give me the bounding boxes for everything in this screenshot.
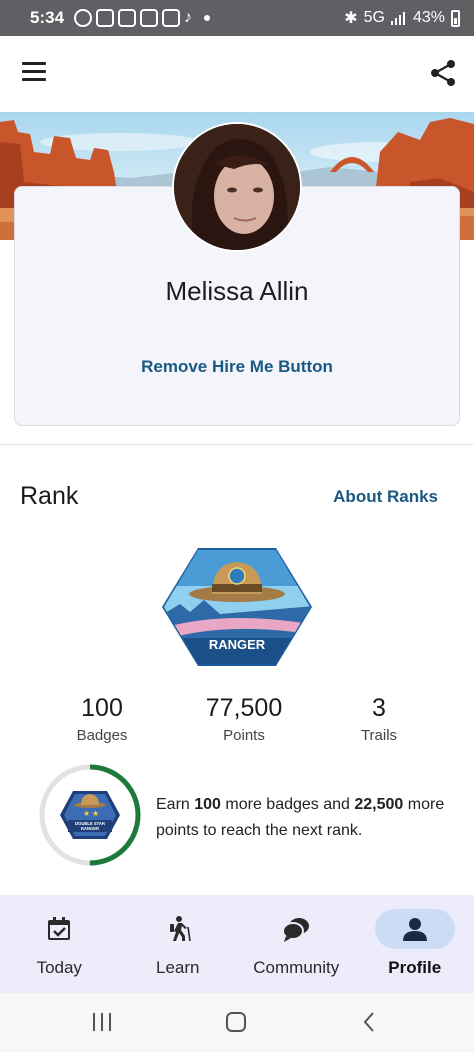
stat-label: Trails <box>360 727 398 744</box>
nav-community[interactable]: Community <box>237 895 356 993</box>
app-bar <box>0 36 474 112</box>
about-ranks-link[interactable]: About Ranks <box>333 487 438 507</box>
section-divider <box>0 444 474 445</box>
profile-photo <box>174 124 300 250</box>
back-icon[interactable] <box>358 1011 382 1033</box>
stat-badges: 100 Badges <box>32 694 172 744</box>
recent-apps-icon[interactable] <box>90 1011 114 1033</box>
ranger-badge-label: RANGER <box>209 637 266 652</box>
person-icon <box>402 918 427 941</box>
rank-heading: Rank <box>20 482 79 510</box>
app-notification-icon <box>162 9 181 27</box>
notification-icons: ♪ <box>74 9 211 27</box>
signal-icon <box>390 12 405 25</box>
status-time: 5:34 <box>30 8 65 27</box>
menu-icon[interactable] <box>22 62 46 82</box>
svg-text:★: ★ <box>92 809 99 818</box>
nav-label: Community <box>253 958 340 977</box>
bluetooth-icon: ✱ <box>344 10 358 27</box>
system-navigation-bar <box>0 993 474 1052</box>
stat-value: 100 <box>81 694 123 722</box>
stat-trails: 3 Trails <box>309 694 449 744</box>
stat-label: Badges <box>76 727 128 744</box>
ranger-rank-badge: RANGER <box>162 548 312 666</box>
next-rank-text-pre: Earn <box>156 796 195 813</box>
next-rank-message: Earn 100 more badges and 22,500 more poi… <box>156 792 456 844</box>
more-notifications-dot <box>204 15 211 21</box>
points-needed: 22,500 <box>354 796 404 813</box>
battery-percent: 43% <box>412 9 445 26</box>
nav-today[interactable]: Today <box>0 895 119 993</box>
nav-label: Profile <box>388 958 442 977</box>
chat-bubbles-icon <box>282 918 310 942</box>
nav-learn[interactable]: Learn <box>119 895 238 993</box>
status-right: ✱ 5G 43% <box>344 8 460 28</box>
calendar-check-icon <box>48 917 71 940</box>
stat-value: 3 <box>372 694 386 722</box>
next-rank-text-mid: more badges and <box>220 796 355 813</box>
tiktok-icon: ♪ <box>184 9 193 26</box>
svg-text:★: ★ <box>83 809 90 818</box>
app-notification-icon <box>140 9 159 27</box>
home-icon[interactable] <box>224 1011 248 1033</box>
nav-label: Learn <box>156 958 200 977</box>
remove-hire-me-button[interactable]: Remove Hire Me Button <box>0 357 474 377</box>
whatsapp-icon <box>74 9 93 27</box>
app-notification-icon <box>96 9 115 27</box>
bottom-navigation: Today Learn Community Profile <box>0 895 474 993</box>
news-icon <box>118 9 137 27</box>
battery-icon <box>451 9 460 27</box>
stat-label: Points <box>223 727 265 744</box>
avatar <box>172 122 302 252</box>
nav-label: Today <box>36 958 82 977</box>
network-type: 5G <box>363 9 385 26</box>
share-icon[interactable] <box>428 58 458 88</box>
status-bar: 5:34 ♪ ✱ 5G 43% <box>0 0 474 36</box>
hiker-icon <box>169 916 191 942</box>
badges-needed: 100 <box>194 796 221 813</box>
next-rank-progress-ring: ★ ★ DOUBLE STAR RANGER <box>39 764 141 866</box>
stat-value: 77,500 <box>205 694 283 722</box>
nav-profile[interactable]: Profile <box>356 895 474 993</box>
stat-points: 77,500 Points <box>174 694 314 744</box>
profile-name: Melissa Allin <box>165 276 309 306</box>
